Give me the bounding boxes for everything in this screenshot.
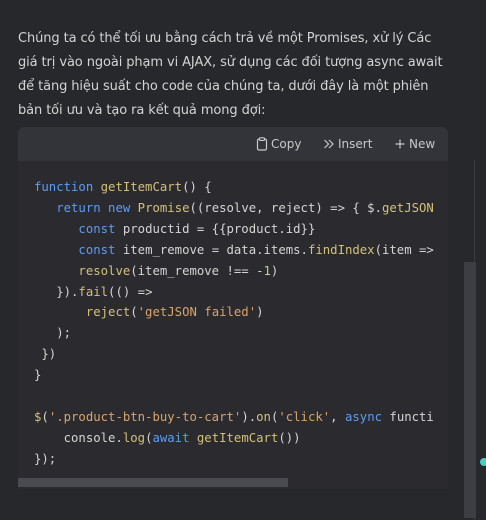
code-line: reject('getJSON failed') (85, 305, 264, 320)
code-block: Copy Insert New function getItemCart() {… (18, 127, 448, 489)
insert-button[interactable]: Insert (323, 127, 372, 161)
code-line: resolve(item_remove !== -1) (78, 263, 279, 278)
horizontal-scrollbar-thumb[interactable] (18, 478, 288, 487)
code-line: const item_remove = data.items.findIndex… (78, 242, 434, 257)
insert-label: Insert (338, 137, 373, 151)
code-line: const productid = {{product.id}} (78, 221, 316, 236)
code-content[interactable]: function getItemCart() { return new Prom… (34, 177, 434, 470)
code-line: ); (34, 326, 72, 341)
copy-label: Copy (271, 137, 302, 151)
code-line: return new Promise((resolve, reject) => … (56, 200, 434, 215)
copy-button[interactable]: Copy (256, 127, 301, 161)
double-chevron-icon (324, 139, 334, 149)
code-line: } (34, 368, 42, 383)
assistant-message-text: Chúng ta có thể tối ưu bằng cách trả về … (18, 31, 443, 118)
code-line: }).fail(() => (34, 284, 153, 299)
code-line: function getItemCart() { (34, 180, 212, 194)
code-line: }) (34, 347, 57, 362)
vertical-scrollbar-thumb[interactable] (464, 262, 476, 518)
clipboard-icon (256, 137, 268, 151)
code-line: }); (34, 451, 57, 466)
status-dot-icon (480, 458, 486, 466)
new-label: New (409, 137, 436, 151)
new-button[interactable]: New (394, 127, 435, 161)
plus-icon (395, 139, 405, 149)
code-toolbar: Copy Insert New (18, 127, 448, 161)
code-line: $('.product-btn-buy-to-cart').on('click'… (34, 409, 434, 424)
code-line: console.log(await getItemCart()) (34, 430, 301, 445)
